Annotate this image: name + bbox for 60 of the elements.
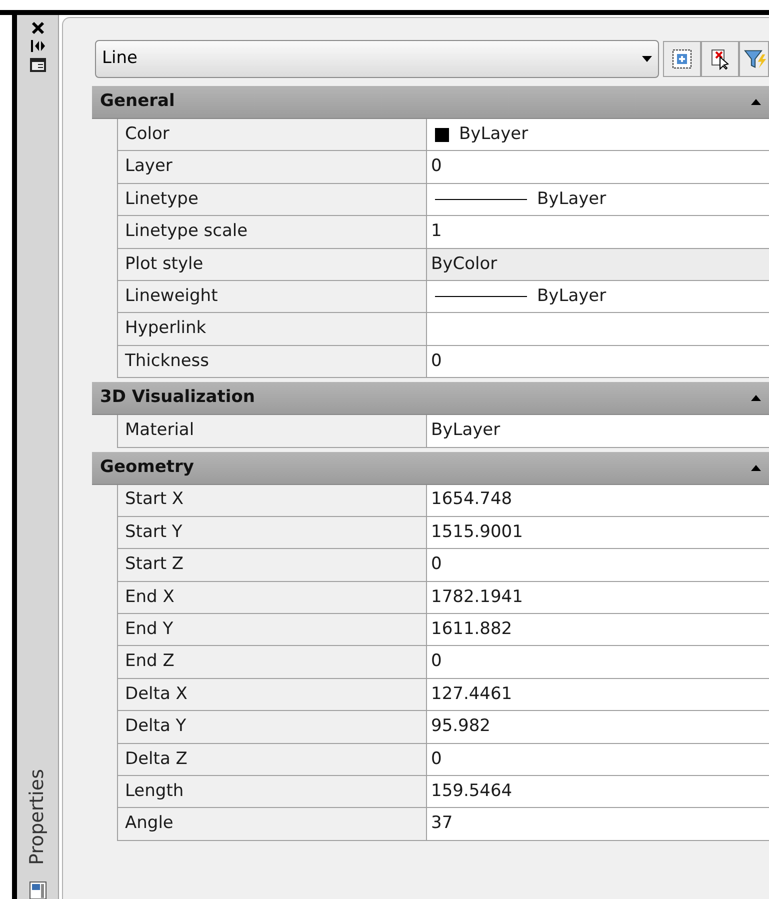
value-cell[interactable]: ByLayer <box>426 184 769 216</box>
value-text: 37 <box>431 812 453 836</box>
value-text: 1515.9001 <box>431 520 523 544</box>
line-sample-icon <box>435 296 527 298</box>
value-text: 0 <box>431 350 442 373</box>
toggle-pickadd-button[interactable] <box>739 41 769 77</box>
value-cell[interactable]: ByLayer <box>426 415 769 447</box>
palette-title: Properties <box>25 768 50 865</box>
collapse-icon <box>751 99 761 105</box>
value-text: 0 <box>431 650 442 674</box>
close-icon[interactable] <box>30 21 44 35</box>
value-cell[interactable]: 95.982 <box>426 711 769 743</box>
value-cell[interactable]: 1515.9001 <box>426 516 769 548</box>
value-cell[interactable] <box>426 313 769 345</box>
value-cell[interactable]: 0 <box>426 346 769 378</box>
value-cell[interactable]: 159.5464 <box>426 776 769 808</box>
select-objects-button[interactable] <box>701 41 739 77</box>
value-text: 1 <box>431 220 442 244</box>
filter-icon <box>744 48 768 70</box>
value-text: 159.5464 <box>431 780 512 803</box>
value-cell[interactable]: 127.4461 <box>426 678 769 710</box>
value-text: ByLayer <box>537 284 606 308</box>
value-text: 0 <box>431 553 442 576</box>
value-text: 0 <box>431 748 442 771</box>
properties-icon[interactable] <box>28 881 46 899</box>
value-cell[interactable]: ByLayer <box>426 280 769 312</box>
line-sample-icon <box>435 198 527 200</box>
value-cell[interactable]: ByLayer <box>426 119 769 150</box>
section-header[interactable]: General <box>92 86 769 119</box>
section-header[interactable]: Geometry <box>92 452 769 485</box>
collapse-icon <box>751 464 761 471</box>
value-cell[interactable]: 1782.1941 <box>426 582 769 614</box>
value-text: 1611.882 <box>431 618 512 642</box>
value-text: ByColor <box>431 252 498 276</box>
value-text: ByLayer <box>459 122 528 146</box>
quick-select-icon <box>671 48 693 70</box>
value-text: ByLayer <box>537 188 606 211</box>
color-swatch-icon <box>435 128 449 142</box>
value-cell[interactable]: 0 <box>426 646 769 678</box>
value-text: ByLayer <box>431 419 500 442</box>
collapse-icon <box>751 395 761 402</box>
panel-icon[interactable] <box>28 57 46 73</box>
auto-hide-icon[interactable] <box>30 39 46 53</box>
object-type-dropdown[interactable]: Line <box>95 40 659 78</box>
value-cell[interactable]: 37 <box>426 808 769 840</box>
value-cell[interactable]: 1 <box>426 216 769 248</box>
section-header[interactable]: 3D Visualization <box>92 382 769 416</box>
value-cell[interactable]: 0 <box>426 744 769 776</box>
value-text: 1782.1941 <box>431 586 523 609</box>
value-cell[interactable]: 0 <box>426 151 769 183</box>
value-cell[interactable]: 1611.882 <box>426 614 769 646</box>
value-cell[interactable]: 0 <box>426 549 769 581</box>
value-text: 0 <box>431 155 442 178</box>
value-cell[interactable]: 1654.748 <box>426 484 769 516</box>
value-text: 127.4461 <box>431 682 512 706</box>
value-text: 1654.748 <box>431 488 512 512</box>
quick-select-button[interactable] <box>663 41 701 77</box>
select-objects-icon <box>709 48 731 70</box>
dropdown-caret-icon <box>642 56 652 62</box>
value-text: 95.982 <box>431 715 490 738</box>
